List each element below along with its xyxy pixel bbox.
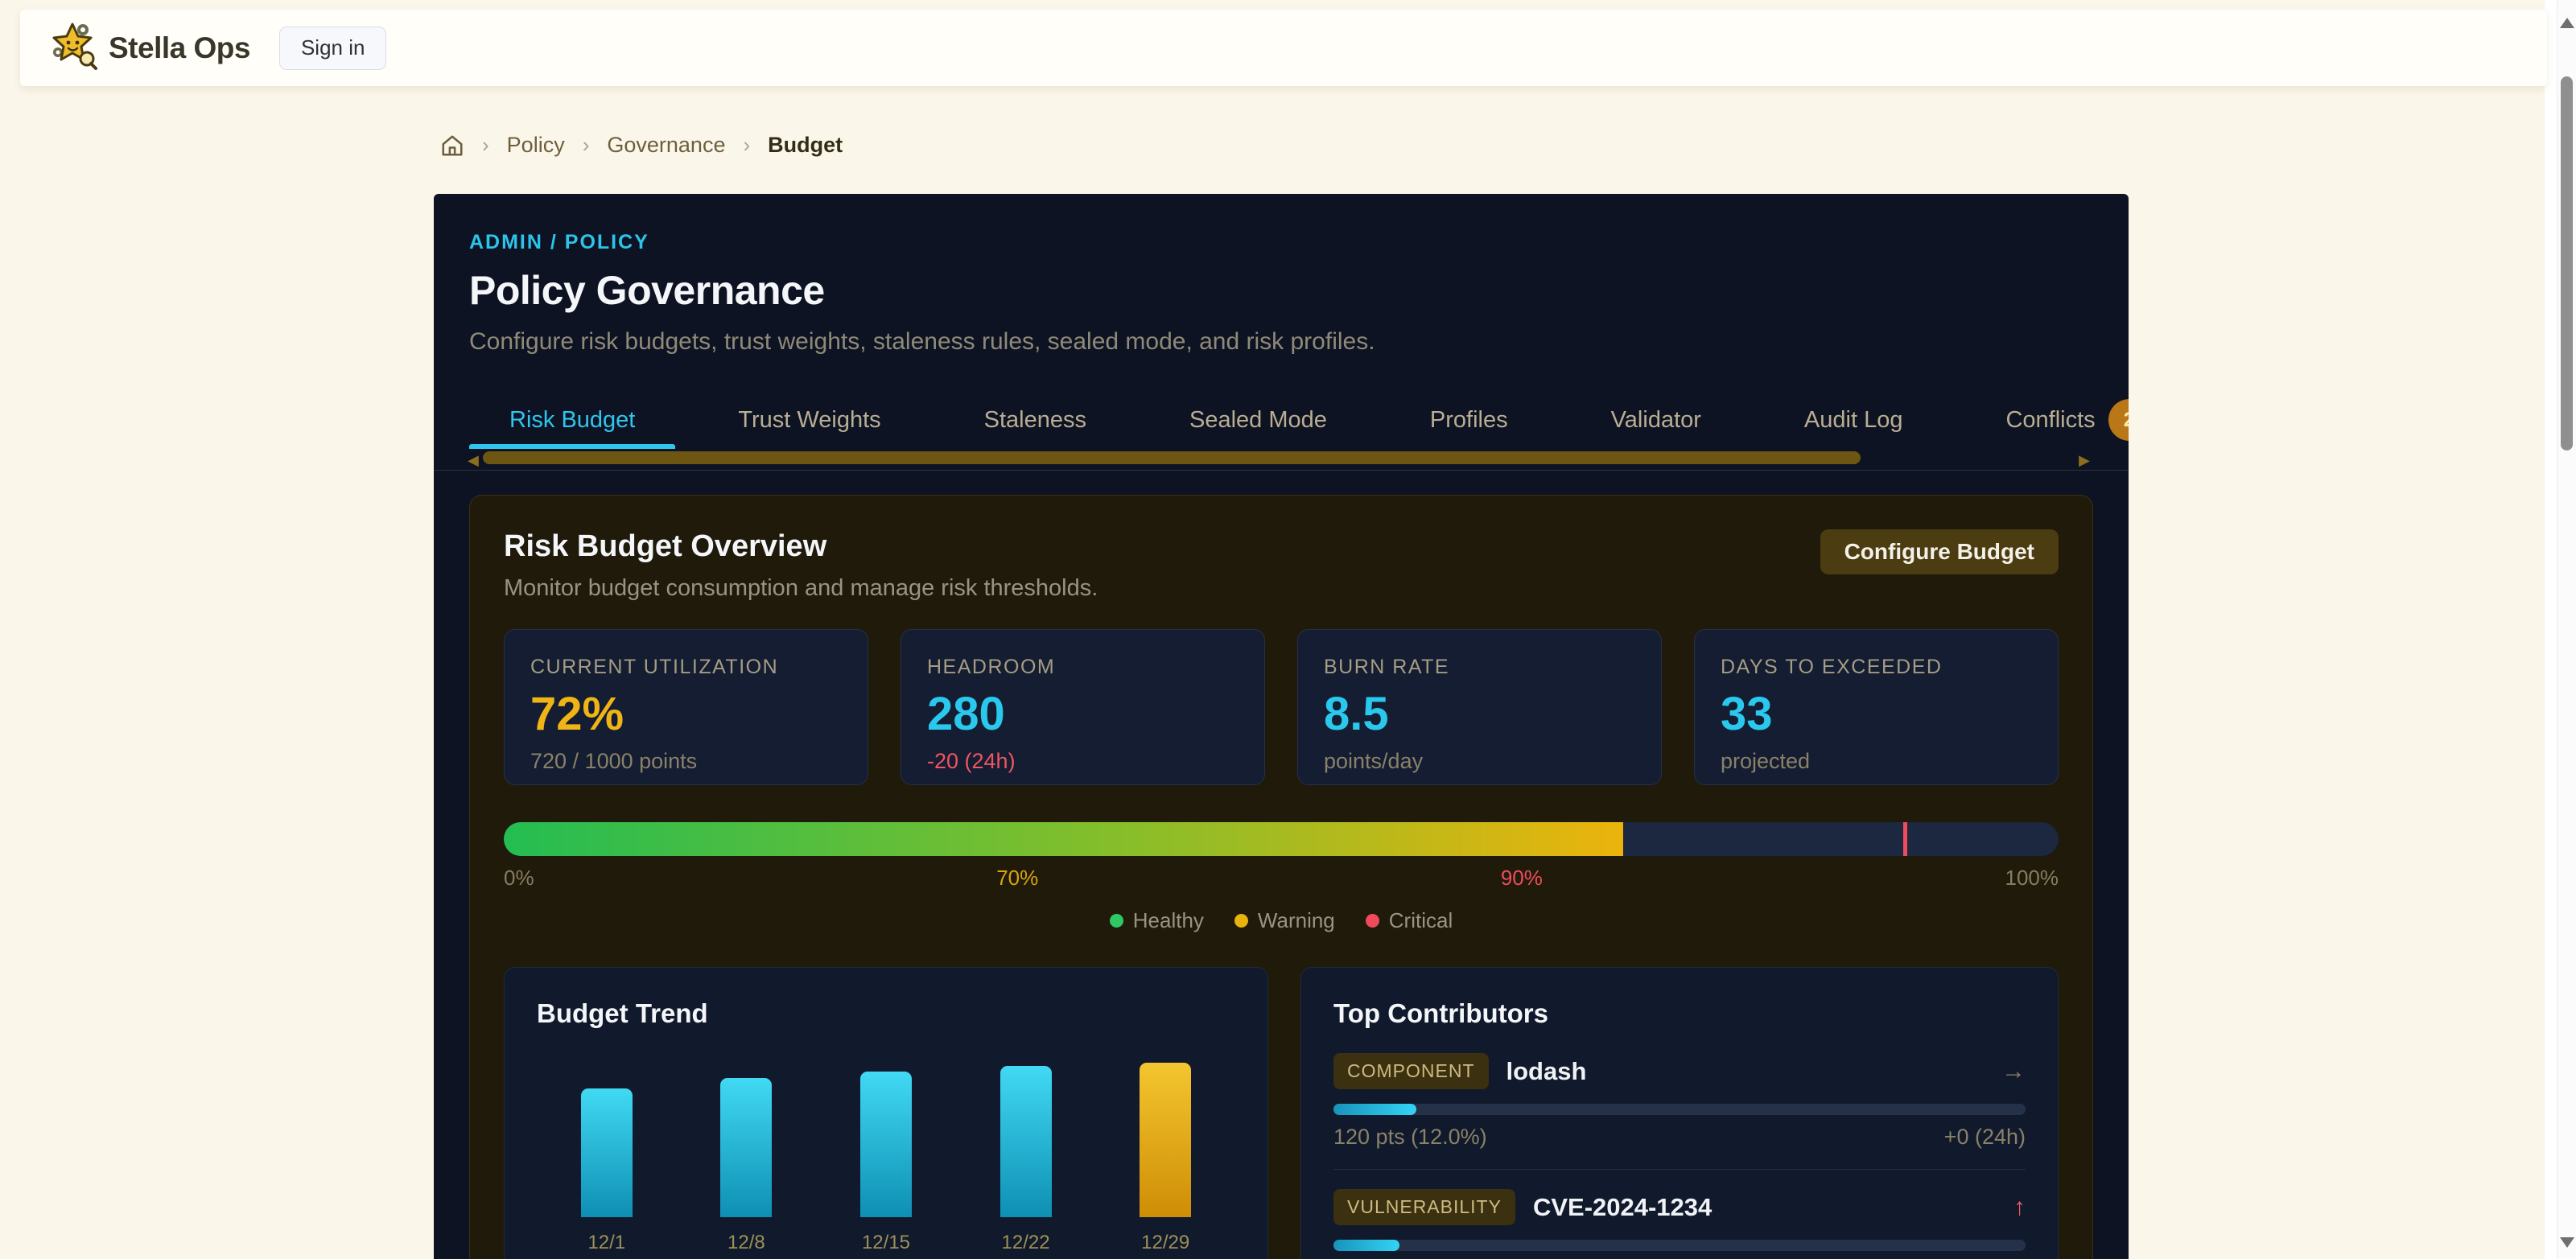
healthy-dot-icon — [1110, 914, 1123, 928]
budget-trend-title: Budget Trend — [537, 998, 1235, 1029]
breadcrumb: › Policy › Governance › Budget — [440, 133, 843, 158]
tab-risk-budget[interactable]: Risk Budget — [469, 391, 675, 449]
policy-governance-panel: ADMIN / POLICY Policy Governance Configu… — [434, 194, 2129, 1259]
tab-validator[interactable]: Validator — [1571, 391, 1741, 449]
section-eyebrow: ADMIN / POLICY — [469, 231, 2093, 254]
contributor-row-lodash[interactable]: COMPONENT lodash → 120 pts (12.0%) +0 (2… — [1333, 1053, 2026, 1150]
utilization-progress-bar — [504, 822, 2059, 856]
top-contributors-title: Top Contributors — [1333, 998, 2026, 1029]
breadcrumb-governance[interactable]: Governance — [607, 133, 725, 158]
sign-in-button[interactable]: Sign in — [279, 27, 387, 70]
tab-trust-weights[interactable]: Trust Weights — [698, 391, 921, 449]
contributor-row-cve[interactable]: VULNERABILITY CVE-2024-1234 ↑ 95 pts (9.… — [1333, 1189, 2026, 1259]
tab-audit-log[interactable]: Audit Log — [1764, 391, 1943, 449]
trend-bar — [720, 1078, 772, 1217]
metric-burn-rate: BURN RATE 8.5 points/day — [1297, 629, 1662, 785]
conflicts-count-badge: 2 — [2108, 399, 2129, 441]
trend-bar — [581, 1088, 633, 1217]
configure-budget-button[interactable]: Configure Budget — [1820, 529, 2059, 574]
tab-sealed-mode[interactable]: Sealed Mode — [1149, 391, 1367, 449]
tab-bar: Risk Budget Trust Weights Staleness Seal… — [469, 391, 2093, 449]
tab-divider — [434, 470, 2129, 471]
tab-conflicts[interactable]: Conflicts 2 — [1965, 391, 2129, 449]
brand: Stella Ops — [47, 22, 250, 74]
page-scrollbar[interactable] — [2557, 0, 2576, 1259]
chevron-right-icon: › — [482, 133, 489, 158]
app-header: Stella Ops Sign in — [20, 10, 2547, 86]
tab-staleness[interactable]: Staleness — [944, 391, 1127, 449]
trend-bar-current — [1140, 1063, 1191, 1217]
scroll-right-icon[interactable]: ▶ — [2079, 452, 2090, 469]
type-badge: VULNERABILITY — [1333, 1189, 1515, 1225]
divider — [1333, 1169, 2026, 1170]
contributor-progress — [1333, 1240, 2026, 1251]
metric-cards: CURRENT UTILIZATION 72% 720 / 1000 point… — [504, 629, 2059, 785]
scroll-up-icon[interactable] — [2560, 18, 2574, 28]
scroll-down-icon[interactable] — [2560, 1237, 2574, 1248]
page-subtitle: Configure risk budgets, trust weights, s… — [469, 328, 2093, 356]
page-scrollbar-thumb[interactable] — [2561, 76, 2573, 451]
trend-bar — [1000, 1066, 1052, 1217]
brand-name: Stella Ops — [109, 31, 250, 65]
metric-days-to-exceeded: DAYS TO EXCEEDED 33 projected — [1694, 629, 2059, 785]
scroll-left-icon[interactable]: ◀ — [468, 452, 479, 469]
type-badge: COMPONENT — [1333, 1053, 1489, 1089]
arrow-up-icon: ↑ — [2013, 1194, 2026, 1221]
chevron-right-icon: › — [743, 133, 750, 158]
threshold-labels: 0% 70% 90% 100% — [504, 866, 2059, 891]
metric-current-utilization: CURRENT UTILIZATION 72% 720 / 1000 point… — [504, 629, 868, 785]
utilization-progress-fill — [504, 822, 1623, 856]
budget-trend-chart: 12/1 12/8 12/15 12/22 12/29 — [537, 1061, 1235, 1254]
status-legend: Healthy Warning Critical — [504, 908, 2059, 933]
critical-threshold-marker — [1903, 822, 1907, 856]
budget-trend-card: Budget Trend 12/1 12/8 12/15 12/22 12/29 — [504, 967, 1268, 1259]
breadcrumb-policy[interactable]: Policy — [507, 133, 565, 158]
contributor-progress — [1333, 1104, 2026, 1115]
tab-scrollbar-thumb[interactable] — [483, 451, 1861, 464]
critical-dot-icon — [1366, 914, 1379, 928]
overview-subtitle: Monitor budget consumption and manage ri… — [504, 575, 1098, 602]
top-contributors-card: Top Contributors COMPONENT lodash → — [1300, 967, 2059, 1259]
tab-scrollbar[interactable]: ◀ ▶ — [469, 451, 2093, 468]
overview-title: Risk Budget Overview — [504, 529, 1098, 564]
chevron-right-icon: › — [583, 133, 590, 158]
risk-budget-overview-card: Risk Budget Overview Monitor budget cons… — [469, 495, 2093, 1259]
breadcrumb-current: Budget — [768, 133, 843, 158]
metric-headroom: HEADROOM 280 -20 (24h) — [901, 629, 1265, 785]
scrollbar-gutter — [2545, 0, 2557, 1259]
arrow-right-icon: → — [2001, 1058, 2026, 1085]
trend-bar — [860, 1072, 912, 1217]
warning-dot-icon — [1234, 914, 1248, 928]
home-icon[interactable] — [440, 134, 464, 158]
page: Stella Ops Sign in › Policy › Governance… — [0, 0, 2576, 1259]
page-title: Policy Governance — [469, 267, 2093, 314]
stella-ops-logo-icon — [47, 22, 97, 74]
tab-profiles[interactable]: Profiles — [1390, 391, 1548, 449]
